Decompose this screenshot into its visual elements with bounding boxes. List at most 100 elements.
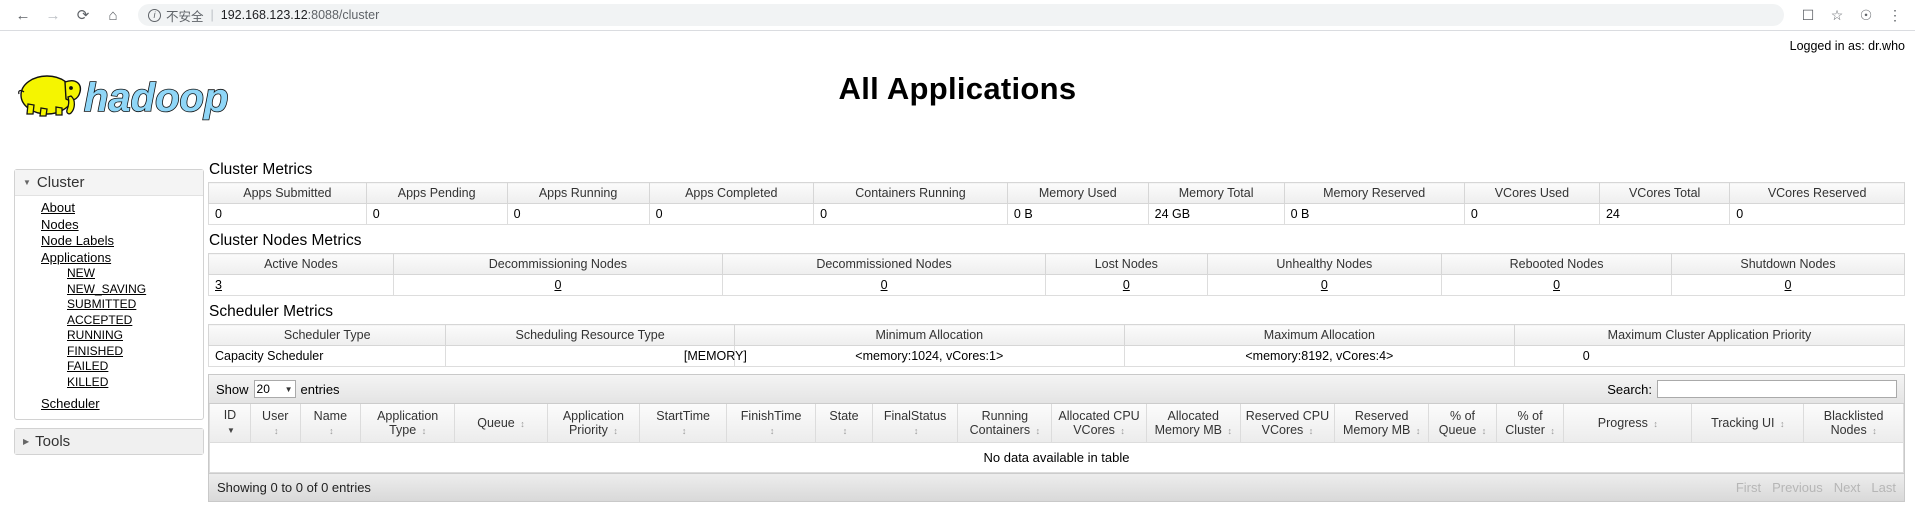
cast-icon[interactable]: ☐ <box>1798 5 1818 25</box>
forward-arrow-icon[interactable]: → <box>40 2 66 28</box>
sidebar-item-node-labels[interactable]: Node Labels <box>41 233 203 250</box>
col-vcores-reserved: VCores Reserved <box>1730 183 1905 204</box>
col-name[interactable]: Name↕ <box>300 404 360 443</box>
home-icon[interactable]: ⌂ <box>100 2 126 28</box>
val-vcores-total: 24 <box>1599 204 1729 225</box>
profile-icon[interactable]: ☉ <box>1856 5 1876 25</box>
col-allocated-cpu-vcores[interactable]: Allocated CPU VCores ↕ <box>1052 404 1146 443</box>
sidebar-item-finished[interactable]: FINISHED <box>67 344 203 360</box>
sort-both-icon: ↕ <box>1227 426 1232 436</box>
sort-both-icon: ↕ <box>422 426 427 436</box>
val-vcores-reserved: 0 <box>1730 204 1905 225</box>
val-shutdown-nodes[interactable]: 0 <box>1785 278 1792 292</box>
datatable-controls: Show 20 ▼ entries Search: <box>209 375 1904 404</box>
col-percent-of-queue[interactable]: % of Queue ↕ <box>1429 404 1497 443</box>
val-maximum-allocation: <memory:8192, vCores:4> <box>1124 346 1514 367</box>
val-scheduler-type: Capacity Scheduler <box>209 346 446 367</box>
val-minimum-allocation: <memory:1024, vCores:1> <box>734 346 1124 367</box>
col-state[interactable]: State↕ <box>816 404 873 443</box>
val-decommissioning-nodes[interactable]: 0 <box>554 278 561 292</box>
sidebar-item-running[interactable]: RUNNING <box>67 328 203 344</box>
site-info-icon[interactable]: i <box>148 9 161 22</box>
col-blacklisted-nodes[interactable]: Blacklisted Nodes ↕ <box>1804 404 1904 443</box>
table-header-row: Scheduler Type Scheduling Resource Type … <box>209 325 1905 346</box>
sort-both-icon: ↕ <box>329 426 334 436</box>
sort-both-icon: ↕ <box>1416 426 1421 436</box>
url-path: :8088/cluster <box>308 8 380 22</box>
sidebar-item-scheduler[interactable]: Scheduler <box>41 396 203 413</box>
val-max-cluster-app-priority: 0 <box>1514 346 1904 367</box>
url-host: 192.168.123.12 <box>221 8 308 22</box>
val-decommissioned-nodes[interactable]: 0 <box>881 278 888 292</box>
val-lost-nodes[interactable]: 0 <box>1123 278 1130 292</box>
col-memory-total: Memory Total <box>1148 183 1284 204</box>
col-queue[interactable]: Queue ↕ <box>455 404 547 443</box>
sidebar-item-new[interactable]: NEW <box>67 266 203 282</box>
col-shutdown-nodes: Shutdown Nodes <box>1671 254 1904 275</box>
sidebar-item-applications[interactable]: Applications <box>41 250 203 267</box>
val-unhealthy-nodes[interactable]: 0 <box>1321 278 1328 292</box>
reload-icon[interactable]: ⟳ <box>70 2 96 28</box>
sidebar-item-killed[interactable]: KILLED <box>67 375 203 391</box>
page-length-select[interactable]: 20 ▼ <box>254 380 296 398</box>
val-active-nodes[interactable]: 3 <box>215 278 222 292</box>
col-application-priority[interactable]: Application Priority ↕ <box>547 404 639 443</box>
page-title: All Applications <box>0 71 1915 107</box>
search-input[interactable] <box>1657 380 1897 398</box>
table-row: 3 0 0 0 0 0 0 <box>209 275 1905 296</box>
col-tracking-ui[interactable]: Tracking UI ↕ <box>1692 404 1804 443</box>
col-vcores-used: VCores Used <box>1464 183 1599 204</box>
col-reserved-cpu-vcores[interactable]: Reserved CPU VCores ↕ <box>1240 404 1334 443</box>
col-progress[interactable]: Progress ↕ <box>1564 404 1692 443</box>
pagination-previous[interactable]: Previous <box>1772 480 1823 495</box>
sidebar-item-nodes[interactable]: Nodes <box>41 217 203 234</box>
col-starttime[interactable]: StartTime↕ <box>640 404 727 443</box>
col-unhealthy-nodes: Unhealthy Nodes <box>1207 254 1442 275</box>
search-label: Search: <box>1607 382 1652 397</box>
chevron-down-icon: ▼ <box>23 178 31 187</box>
col-percent-of-cluster[interactable]: % of Cluster ↕ <box>1496 404 1564 443</box>
col-lost-nodes: Lost Nodes <box>1046 254 1207 275</box>
sidebar-cluster-header[interactable]: ▼ Cluster <box>15 170 203 196</box>
val-vcores-used: 0 <box>1464 204 1599 225</box>
col-allocated-memory-mb[interactable]: Allocated Memory MB ↕ <box>1146 404 1240 443</box>
scheduler-metrics-title: Scheduler Metrics <box>209 303 1905 321</box>
col-finishtime[interactable]: FinishTime↕ <box>727 404 816 443</box>
sort-both-icon: ↕ <box>1780 419 1785 429</box>
col-apps-running: Apps Running <box>507 183 649 204</box>
sidebar-cluster-label: Cluster <box>37 174 85 191</box>
pagination-next[interactable]: Next <box>1834 480 1861 495</box>
sidebar-item-failed[interactable]: FAILED <box>67 359 203 375</box>
security-status-label: 不安全 <box>166 6 204 25</box>
col-running-containers[interactable]: Running Containers ↕ <box>958 404 1052 443</box>
col-user[interactable]: User↕ <box>250 404 300 443</box>
col-minimum-allocation: Minimum Allocation <box>734 325 1124 346</box>
col-finalstatus[interactable]: FinalStatus↕ <box>872 404 957 443</box>
sidebar-tools-header[interactable]: ▶ Tools <box>15 429 203 454</box>
sidebar-item-new-saving[interactable]: NEW_SAVING <box>67 282 203 298</box>
pagination-last[interactable]: Last <box>1871 480 1896 495</box>
sort-both-icon: ↕ <box>613 426 618 436</box>
datatable-info: Showing 0 to 0 of 0 entries <box>217 480 371 495</box>
col-decommissioning-nodes: Decommissioning Nodes <box>393 254 722 275</box>
val-containers-running: 0 <box>814 204 1008 225</box>
table-row: Capacity Scheduler [MEMORY] <memory:1024… <box>209 346 1905 367</box>
pagination-first[interactable]: First <box>1736 480 1761 495</box>
sidebar-item-submitted[interactable]: SUBMITTED <box>67 297 203 313</box>
sidebar-item-about[interactable]: About <box>41 200 203 217</box>
chevron-right-icon: ▶ <box>23 437 29 446</box>
col-application-type[interactable]: Application Type ↕ <box>361 404 455 443</box>
table-header-row: ID▼ User↕ Name↕ Application Type ↕ Queue… <box>210 404 1904 443</box>
col-decommissioned-nodes: Decommissioned Nodes <box>723 254 1046 275</box>
bookmark-star-icon[interactable]: ☆ <box>1827 5 1847 25</box>
sidebar-item-accepted[interactable]: ACCEPTED <box>67 313 203 329</box>
sort-desc-icon: ▼ <box>227 426 235 435</box>
back-arrow-icon[interactable]: ← <box>10 2 36 28</box>
col-reserved-memory-mb[interactable]: Reserved Memory MB ↕ <box>1335 404 1429 443</box>
sort-both-icon: ↕ <box>1120 426 1125 436</box>
val-rebooted-nodes[interactable]: 0 <box>1553 278 1560 292</box>
more-menu-icon[interactable]: ⋮ <box>1885 5 1905 25</box>
applications-table: ID▼ User↕ Name↕ Application Type ↕ Queue… <box>209 404 1904 443</box>
col-id[interactable]: ID▼ <box>210 404 251 443</box>
address-bar[interactable]: i 不安全 | 192.168.123.12:8088/cluster <box>138 4 1784 26</box>
